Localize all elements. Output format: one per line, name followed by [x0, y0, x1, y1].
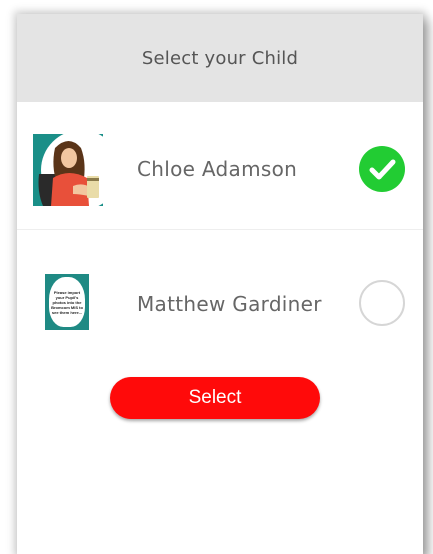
- selected-checkmark-icon[interactable]: [359, 146, 405, 192]
- dialog-title: Select your Child: [141, 47, 299, 69]
- child-name: Chloe Adamson: [137, 157, 298, 181]
- child-row-chloe-adamson[interactable]: Chloe Adamson: [17, 102, 423, 230]
- photo-placeholder-image: Please import your Pupil's photos into t…: [45, 274, 89, 330]
- child-photo-image: [33, 134, 103, 206]
- child-row-matthew-gardiner[interactable]: Please import your Pupil's photos into t…: [17, 230, 423, 357]
- child-avatar-placeholder: Please import your Pupil's photos into t…: [45, 274, 89, 330]
- select-button[interactable]: Select: [110, 377, 320, 419]
- checkmark-icon: [369, 159, 396, 180]
- unselected-radio-icon[interactable]: [359, 280, 405, 326]
- child-avatar: [33, 134, 103, 206]
- dialog-header: Select your Child: [17, 14, 423, 102]
- select-child-dialog: Select your Child Chloe Adamson Please i…: [17, 14, 423, 554]
- screen: Select your Child Chloe Adamson Please i…: [0, 0, 433, 554]
- child-name: Matthew Gardiner: [137, 292, 322, 316]
- photo-placeholder-text: Please import your Pupil's photos into t…: [51, 289, 83, 315]
